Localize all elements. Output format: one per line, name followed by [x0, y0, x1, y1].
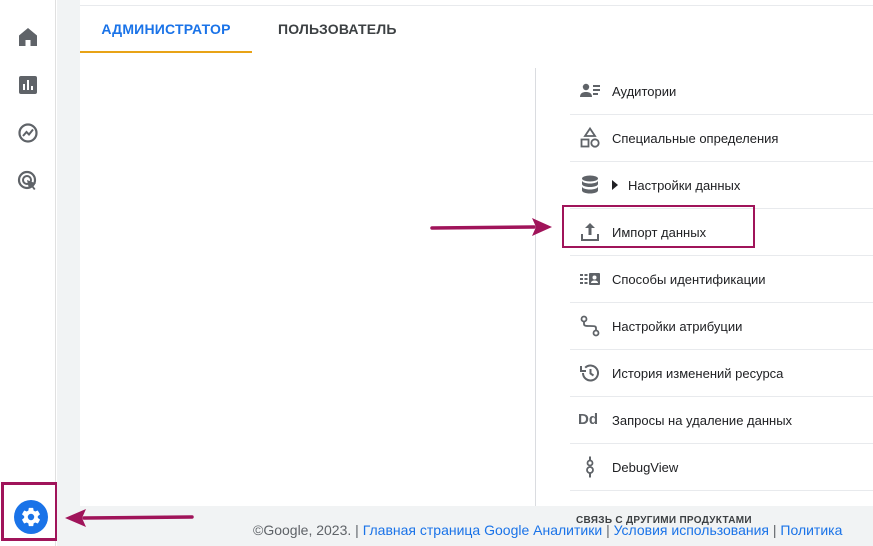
left-nav-rail [0, 0, 56, 546]
data-import-highlight-box [562, 205, 755, 248]
menu-item-label: История изменений ресурса [612, 366, 784, 381]
database-icon [578, 173, 602, 197]
column-divider [535, 68, 536, 506]
footer-separator: | [772, 522, 777, 538]
admin-panel: Аудитории Специальные определения Настро… [80, 53, 873, 526]
admin-tabs: АДМИНИСТРАТОР ПОЛЬЗОВАТЕЛЬ [80, 6, 873, 53]
gear-icon [22, 507, 40, 527]
admin-settings-button[interactable] [14, 500, 48, 534]
caret-right-icon [612, 180, 618, 190]
menu-item-custom-definitions[interactable]: Специальные определения [570, 115, 873, 162]
menu-item-change-history[interactable]: История изменений ресурса [570, 350, 873, 397]
shapes-icon [578, 126, 602, 150]
history-icon [578, 361, 602, 385]
menu-item-attribution-settings[interactable]: Настройки атрибуции [570, 303, 873, 350]
footer-link-analytics-home[interactable]: Главная страница Google Аналитики [363, 522, 602, 538]
menu-item-debugview[interactable]: DebugView [570, 444, 873, 491]
footer-link-privacy[interactable]: Политика [780, 522, 842, 538]
menu-item-label: Запросы на удаление данных [612, 413, 793, 428]
footer-link-terms[interactable]: Условия использования [614, 522, 769, 538]
footer-separator: | [606, 522, 610, 538]
home-icon[interactable] [16, 25, 40, 49]
menu-item-reporting-identity[interactable]: Способы идентификации [570, 256, 873, 303]
property-settings-menu: Аудитории Специальные определения Настро… [570, 68, 873, 526]
attribution-icon [578, 314, 602, 338]
dd-icon: Dd [578, 411, 598, 428]
settings-highlight-box [1, 482, 58, 541]
main-area: АДМИНИСТРАТОР ПОЛЬЗОВАТЕЛЬ Аудитории Спе… [57, 0, 873, 546]
advertising-icon[interactable] [16, 169, 40, 193]
menu-item-label: Настройки данных [628, 178, 741, 193]
menu-item-data-deletion-requests[interactable]: Dd Запросы на удаление данных [570, 397, 873, 444]
footer: ©Google, 2023. | Главная страница Google… [253, 522, 842, 538]
menu-item-label: Настройки атрибуции [612, 319, 743, 334]
menu-item-data-settings[interactable]: Настройки данных [570, 162, 873, 209]
identity-icon [578, 267, 602, 291]
footer-copyright: ©Google, 2023. | [253, 522, 359, 538]
audiences-icon [578, 79, 602, 103]
menu-item-label: Способы идентификации [612, 272, 766, 287]
tab-admin[interactable]: АДМИНИСТРАТОР [80, 6, 252, 53]
menu-item-label: Специальные определения [612, 131, 779, 146]
menu-item-label: DebugView [612, 460, 679, 475]
debugview-icon [578, 455, 602, 479]
tab-user[interactable]: ПОЛЬЗОВАТЕЛЬ [278, 6, 397, 53]
explore-icon[interactable] [16, 121, 40, 145]
menu-item-audiences[interactable]: Аудитории [570, 68, 873, 115]
menu-item-label: Аудитории [612, 84, 677, 99]
reports-icon[interactable] [16, 73, 40, 97]
